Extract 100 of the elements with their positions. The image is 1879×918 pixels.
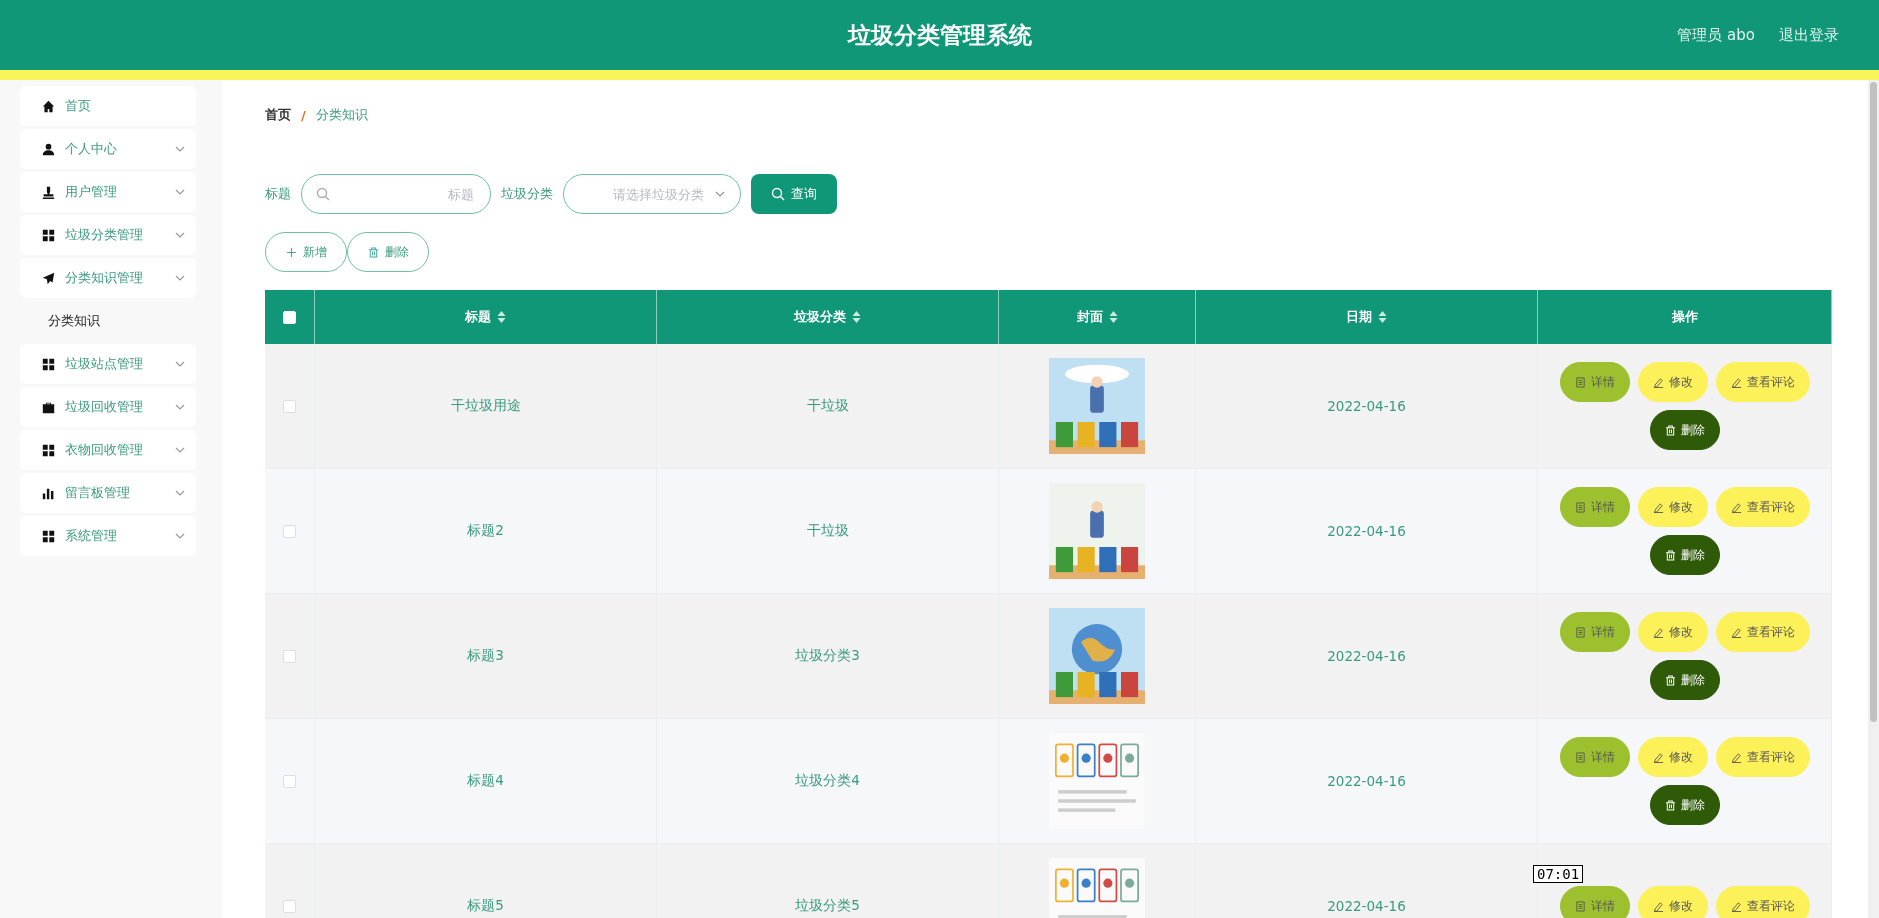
trash-icon [1664,424,1676,436]
column-label: 日期 [1346,308,1372,326]
sidebar-item[interactable]: 系统管理 [20,516,196,556]
stamp-icon [42,185,55,199]
edit-button[interactable]: 修改 [1637,487,1708,527]
category-select[interactable]: 请选择垃圾分类 [578,185,706,203]
sidebar-item[interactable]: 垃圾分类管理 [20,215,196,255]
sort-icon[interactable] [1108,311,1118,323]
row-checkbox[interactable] [283,649,296,663]
user-icon [42,142,55,156]
row-checkbox[interactable] [283,524,296,538]
app-title: 垃圾分类管理系统 [847,20,1032,50]
comments-button[interactable]: 查看评论 [1715,737,1810,777]
detail-button[interactable]: 详情 [1559,886,1630,918]
time-tooltip: 07:01 [1533,865,1584,883]
sidebar-item[interactable]: 个人中心 [20,129,196,169]
table-cell: 标题5 [467,897,504,915]
home-icon [42,99,55,113]
breadcrumb-item: 分类知识 [315,106,368,124]
delete-button[interactable]: 删除 [347,232,429,272]
breadcrumb-item[interactable]: 首页 [265,106,291,124]
select-all-checkbox[interactable] [283,310,296,324]
plus-icon [285,246,297,258]
comments-button[interactable]: 查看评论 [1715,362,1810,402]
table-cell: 2022-04-16 [1327,398,1406,414]
add-button[interactable]: 新增 [265,232,347,272]
comments-button[interactable]: 查看评论 [1715,612,1810,652]
paper-plane-icon [42,271,55,285]
table-cell: 垃圾分类5 [795,897,860,915]
logout-link[interactable]: 退出登录 [1779,26,1839,45]
user-name: 管理员 abo [1677,26,1755,45]
query-button[interactable]: 查询 [751,174,837,214]
sidebar-item[interactable]: 首页 [20,86,196,126]
sort-icon[interactable] [497,311,506,323]
grid-icon [42,529,55,543]
title-search-field[interactable]: 标题 [338,185,476,203]
row-checkbox[interactable] [283,399,296,413]
sidebar-item[interactable]: 用户管理 [20,172,196,212]
sidebar-item[interactable]: 垃圾站点管理 [20,344,196,384]
sidebar-item[interactable]: 分类知识管理 [20,258,196,298]
grid-icon [42,357,55,371]
sidebar-label: 系统管理 [65,527,118,545]
field-label: 标题 [265,185,291,203]
delete-button[interactable]: 删除 [1649,535,1720,575]
sidebar-label: 分类知识管理 [65,269,144,287]
detail-button[interactable]: 详情 [1559,362,1630,402]
trash-icon [367,246,379,258]
search-icon [316,187,330,201]
pencil-icon [1730,501,1742,513]
edit-button[interactable]: 修改 [1637,362,1708,402]
detail-button[interactable]: 详情 [1559,737,1630,777]
sidebar-label: 垃圾分类管理 [65,226,144,244]
briefcase-icon [42,400,55,414]
submenu-item[interactable]: 分类知识 [20,301,196,341]
grid-icon [42,228,55,242]
detail-button[interactable]: 详情 [1559,487,1630,527]
pencil-icon [1652,376,1664,388]
document-icon [1574,626,1586,638]
sidebar-item[interactable]: 垃圾回收管理 [20,387,196,427]
scrollbar[interactable] [1868,80,1879,918]
sidebar-label: 垃圾回收管理 [65,398,144,416]
search-icon [771,187,785,201]
pencil-icon [1730,376,1742,388]
trash-icon [1664,799,1676,811]
pencil-icon [1652,900,1664,912]
delete-button[interactable]: 删除 [1649,660,1720,700]
grid-icon [42,443,55,457]
sidebar-item[interactable]: 衣物回收管理 [20,430,196,470]
sidebar-label: 衣物回收管理 [65,441,144,459]
table-cell: 2022-04-16 [1327,648,1406,664]
pencil-icon [1730,900,1742,912]
comments-button[interactable]: 查看评论 [1715,886,1810,918]
sidebar-item[interactable]: 留言板管理 [20,473,196,513]
pencil-icon [1652,751,1664,763]
table-cell: 标题4 [467,772,504,790]
table-cell: 垃圾分类3 [795,647,860,665]
bar-chart-icon [42,486,55,500]
row-checkbox[interactable] [283,899,296,913]
row-checkbox[interactable] [283,774,296,788]
comments-button[interactable]: 查看评论 [1715,487,1810,527]
delete-button[interactable]: 删除 [1649,410,1720,450]
sort-icon[interactable] [852,311,861,323]
table-cell: 2022-04-16 [1327,898,1406,914]
table-cell: 干垃圾 [806,397,849,415]
edit-button[interactable]: 修改 [1637,612,1708,652]
table-cell: 干垃圾 [806,522,849,540]
document-icon [1574,900,1586,912]
edit-button[interactable]: 修改 [1637,886,1708,918]
detail-button[interactable]: 详情 [1559,612,1630,652]
column-label: 垃圾分类 [794,308,846,326]
sort-icon[interactable] [1378,311,1387,323]
delete-button[interactable]: 删除 [1649,785,1720,825]
pencil-icon [1652,626,1664,638]
field-label: 垃圾分类 [501,185,553,203]
breadcrumb-separator: / [301,107,306,123]
sidebar-label: 个人中心 [65,140,118,158]
column-label: 操作 [1671,308,1698,326]
document-icon [1574,501,1586,513]
edit-button[interactable]: 修改 [1637,737,1708,777]
trash-icon [1664,674,1676,686]
